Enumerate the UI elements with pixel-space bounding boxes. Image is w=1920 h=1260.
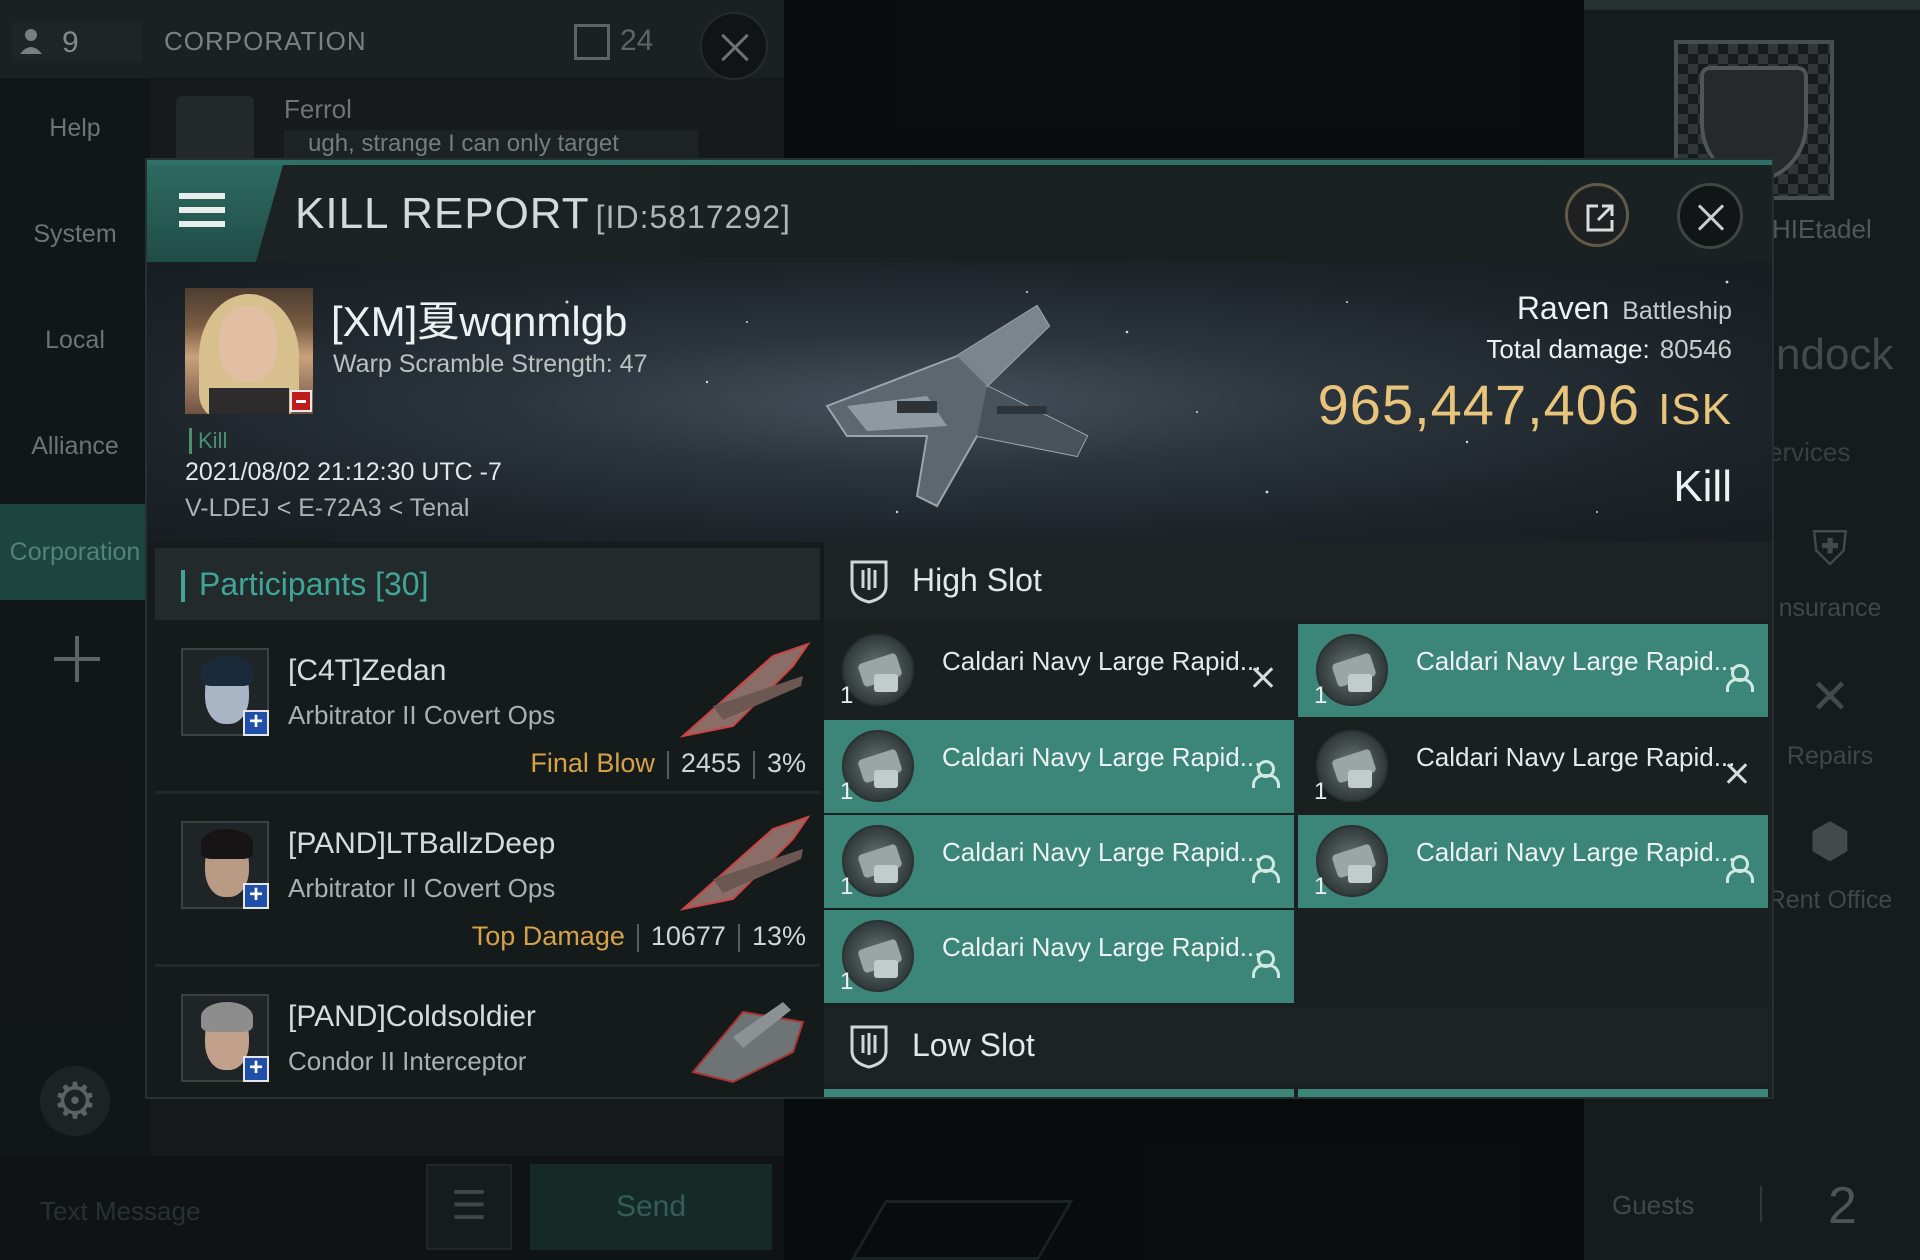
kill-datetime: 2021/08/02 21:12:30 UTC -7 [185, 458, 502, 486]
module-quantity: 1 [840, 873, 854, 900]
participant-damage: 10677 [650, 921, 726, 951]
kill-tag: Kill [189, 428, 227, 454]
victim-ship-image [825, 304, 1089, 508]
module-quantity: 1 [1314, 778, 1328, 805]
module-name: Caldari Navy Large Rapid... [942, 837, 1262, 867]
total-damage-label: Total damage: [1486, 334, 1650, 364]
victim-ship-class: Battleship [1622, 297, 1732, 325]
isk-value: 965,447,406 ISK [1318, 372, 1732, 437]
dropped-icon [1724, 855, 1754, 883]
kill-report-header: KILL REPORT [ID:5817292] [147, 160, 1772, 262]
module-slot[interactable] [824, 1089, 1294, 1097]
module-quantity: 1 [1314, 682, 1328, 709]
kill-report-title-text: KILL REPORT [295, 189, 590, 238]
dropped-icon [1250, 760, 1280, 788]
friendly-badge-icon: + [243, 1056, 269, 1082]
total-damage: Total damage: 80546 [1486, 334, 1732, 365]
participants-count: [30] [375, 566, 429, 602]
share-icon[interactable] [1565, 183, 1629, 247]
module-slot[interactable]: 1 Caldari Navy Large Rapid... [824, 910, 1294, 1003]
victim-warp-scramble: Warp Scramble Strength: 47 [333, 350, 648, 378]
isk-amount: 965,447,406 [1317, 373, 1641, 436]
dropped-icon [1250, 855, 1280, 883]
participant-stats: Top Damage 10677 13% [472, 921, 806, 952]
low-slot-label: Low Slot [912, 1027, 1035, 1063]
participant-ship: Arbitrator II Covert Ops [288, 873, 556, 903]
kill-location[interactable]: V-LDEJ < E-72A3 < Tenal [185, 494, 469, 523]
participant-damage: 2455 [680, 748, 741, 778]
participant-ship: Condor II Interceptor [288, 1046, 527, 1076]
isk-unit: ISK [1658, 385, 1732, 434]
module-quantity: 1 [840, 778, 854, 805]
menu-icon[interactable] [147, 165, 283, 262]
module-slot[interactable] [1298, 1089, 1768, 1097]
participants-label: Participants [199, 566, 367, 602]
module-name: Caldari Navy Large Rapid... [942, 646, 1262, 676]
participant-name: [C4T]Zedan [288, 654, 447, 687]
module-quantity: 1 [840, 682, 854, 709]
low-slot-header: Low Slot [824, 1007, 1772, 1085]
module-slot[interactable]: 1 Caldari Navy Large Rapid... [824, 720, 1294, 813]
module-slot[interactable]: 1 Caldari Navy Large Rapid... [1298, 815, 1768, 908]
participant-name: [PAND]Coldsoldier [288, 1000, 536, 1033]
kill-report-title: KILL REPORT [ID:5817292] [295, 189, 791, 239]
participant-row[interactable]: + [PAND]LTBallzDeep Arbitrator II Covert… [155, 797, 820, 967]
participant-percent: 3% [766, 748, 806, 778]
dropped-icon [1250, 950, 1280, 978]
final-blow-tag: Final Blow [530, 748, 655, 778]
module-quantity: 1 [1314, 873, 1328, 900]
high-slot-label: High Slot [912, 562, 1042, 598]
participants-panel: Participants [30] + [C4T]Zedan Arbitrato… [147, 542, 820, 1097]
participant-percent: 13% [751, 921, 806, 951]
participant-ship-image [691, 1002, 805, 1084]
destroyed-icon [1250, 664, 1276, 690]
module-name: Caldari Navy Large Rapid... [942, 742, 1262, 772]
kill-report-modal: KILL REPORT [ID:5817292] [XM]夏wqnmlgb War… [147, 160, 1772, 1097]
total-damage-value: 80546 [1659, 334, 1732, 364]
module-name: Caldari Navy Large Rapid... [942, 932, 1262, 962]
participant-ship: Arbitrator II Covert Ops [288, 700, 556, 730]
victim-ship[interactable]: Raven Battleship [1517, 290, 1732, 327]
dropped-icon [1724, 664, 1754, 692]
friendly-badge-icon: + [243, 883, 269, 909]
module-slot[interactable]: 1 Caldari Navy Large Rapid... [824, 624, 1294, 717]
kill-result: Kill [1673, 462, 1732, 511]
hostile-badge-icon [290, 390, 312, 412]
module-name: Caldari Navy Large Rapid... [1416, 646, 1736, 676]
high-slot-icon [850, 560, 888, 604]
destroyed-icon [1724, 760, 1750, 786]
kill-report-id: [ID:5817292] [595, 199, 791, 235]
participant-row[interactable]: + [PAND]Coldsoldier Condor II Intercepto… [155, 970, 820, 1097]
participant-row[interactable]: + [C4T]Zedan Arbitrator II Covert Ops Fi… [155, 624, 820, 794]
fitting-panel: High Slot 1 Caldari Navy Large Rapid... … [824, 542, 1772, 1097]
participant-ship-image [679, 642, 811, 738]
victim-name[interactable]: [XM]夏wqnmlgb [331, 288, 627, 349]
module-name: Caldari Navy Large Rapid... [1416, 837, 1736, 867]
friendly-badge-icon: + [243, 710, 269, 736]
victim-banner: [XM]夏wqnmlgb Warp Scramble Strength: 47 … [147, 262, 1772, 542]
low-slot-icon [850, 1025, 888, 1069]
participants-header: Participants [30] [155, 548, 820, 620]
module-quantity: 1 [840, 968, 854, 995]
high-slot-header: High Slot [824, 542, 1772, 620]
module-slot[interactable]: 1 Caldari Navy Large Rapid... [824, 815, 1294, 908]
top-damage-tag: Top Damage [471, 921, 625, 951]
module-name: Caldari Navy Large Rapid... [1416, 742, 1736, 772]
victim-ship-name: Raven [1516, 290, 1610, 326]
module-slot[interactable]: 1 Caldari Navy Large Rapid... [1298, 624, 1768, 717]
participant-stats: Final Blow 2455 3% [530, 748, 806, 779]
participant-ship-image [679, 815, 811, 911]
close-icon[interactable] [1677, 183, 1743, 249]
participant-name: [PAND]LTBallzDeep [288, 827, 556, 860]
module-slot[interactable]: 1 Caldari Navy Large Rapid... [1298, 720, 1768, 813]
